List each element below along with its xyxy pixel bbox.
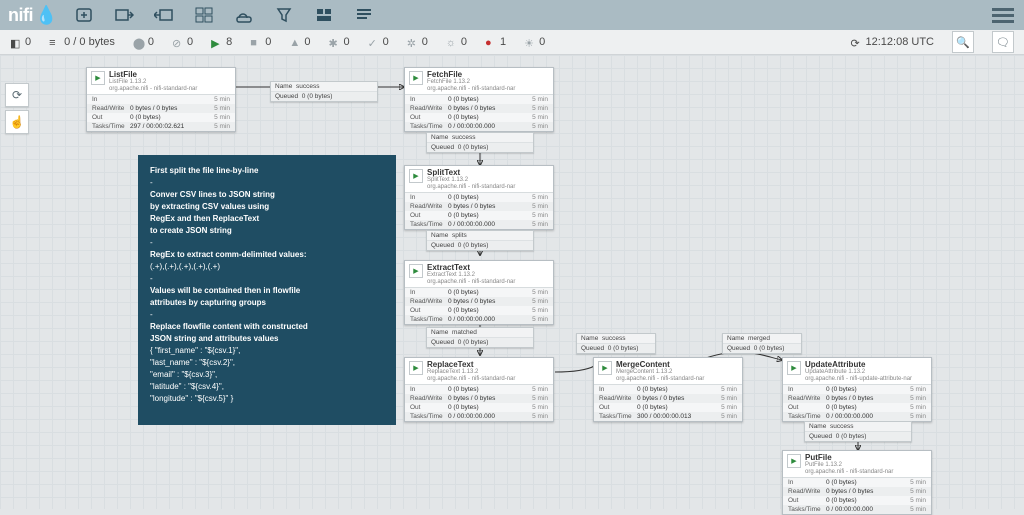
invalid-count: ⊘0 bbox=[172, 36, 193, 48]
run-status-icon: ▶ bbox=[791, 364, 796, 372]
run-status-icon: ▶ bbox=[791, 457, 796, 465]
processor-fetchfile[interactable]: ▶ FetchFileFetchFile 1.13.2org.apache.ni… bbox=[404, 67, 554, 132]
connection-success-1[interactable]: Name success Queued 0 (0 bytes) bbox=[270, 81, 378, 102]
run-status-icon: ▶ bbox=[413, 74, 418, 82]
refresh-count: ✲0 bbox=[407, 36, 428, 48]
nifi-logo: nifi💧 bbox=[8, 5, 57, 26]
connection-matched[interactable]: Name matched Queued 0 (0 bytes) bbox=[426, 327, 534, 348]
add-input-port-icon[interactable] bbox=[111, 3, 137, 27]
error-count: ●1 bbox=[485, 36, 506, 48]
processor-extracttext[interactable]: ▶ ExtractTextExtractText 1.13.2org.apach… bbox=[404, 260, 554, 325]
processor-replacetext[interactable]: ▶ ReplaceTextReplaceText 1.13.2org.apach… bbox=[404, 357, 554, 422]
bulletin-button[interactable]: 🗨 bbox=[992, 31, 1014, 53]
active-threads: ◧0 bbox=[10, 36, 31, 48]
toggle-birdseye-button[interactable]: ⟳ bbox=[5, 83, 29, 107]
connection-success-2[interactable]: Name success Queued 0 (0 bytes) bbox=[426, 132, 534, 153]
add-processor-icon[interactable] bbox=[71, 3, 97, 27]
running-count: ▶8 bbox=[211, 36, 232, 48]
queued-count: ≡0 / 0 bytes bbox=[49, 36, 115, 48]
connection-success-4[interactable]: Name success Queued 0 (0 bytes) bbox=[804, 421, 912, 442]
add-process-group-icon[interactable] bbox=[191, 3, 217, 27]
add-label-icon[interactable] bbox=[351, 3, 377, 27]
add-funnel-icon[interactable] bbox=[271, 3, 297, 27]
connection-success-3[interactable]: Name success Queued 0 (0 bytes) bbox=[576, 333, 656, 354]
processor-listfile[interactable]: ▶ ListFileListFile 1.13.2org.apache.nifi… bbox=[86, 67, 236, 132]
transmitting-count: ■0 bbox=[250, 36, 271, 48]
search-button[interactable]: 🔍 bbox=[952, 31, 974, 53]
run-status-icon: ▶ bbox=[413, 364, 418, 372]
run-status-icon: ▶ bbox=[602, 364, 607, 372]
run-status-icon: ▶ bbox=[413, 172, 418, 180]
last-refresh: ⟳12:12:08 UTC bbox=[851, 36, 934, 48]
stopped-count: ⬤0 bbox=[133, 36, 154, 48]
brand-bar: nifi💧 bbox=[0, 0, 1024, 30]
connection-merged[interactable]: Name merged Queued 0 (0 bytes) bbox=[722, 333, 802, 354]
processor-mergecontent[interactable]: ▶ MergeContentMergeContent 1.13.2org.apa… bbox=[593, 357, 743, 422]
run-status-icon: ▶ bbox=[413, 267, 418, 275]
flow-canvas[interactable]: ⟳ ☝ First split the file line-by-line- C… bbox=[0, 55, 1024, 509]
add-remote-group-icon[interactable] bbox=[231, 3, 257, 27]
connection-splits[interactable]: Name splits Queued 0 (0 bytes) bbox=[426, 230, 534, 251]
global-menu-button[interactable] bbox=[990, 3, 1016, 27]
up-count: ✱0 bbox=[329, 36, 350, 48]
add-output-port-icon[interactable] bbox=[151, 3, 177, 27]
status-bar: ◧0 ≡0 / 0 bytes ⬤0 ⊘0 ▶8 ■0 ▲0 ✱0 ✓0 ✲0 … bbox=[0, 30, 1024, 55]
run-status-icon: ▶ bbox=[95, 74, 100, 82]
navigate-palette: ⟳ ☝ bbox=[5, 83, 29, 134]
processor-putfile[interactable]: ▶ PutFilePutFile 1.13.2org.apache.nifi -… bbox=[782, 450, 932, 515]
info-count: ☀0 bbox=[524, 36, 545, 48]
warn-count: ▲0 bbox=[289, 36, 310, 48]
processor-splittext[interactable]: ▶ SplitTextSplitText 1.13.2org.apache.ni… bbox=[404, 165, 554, 230]
sync-count: ✓0 bbox=[368, 36, 389, 48]
processor-updateattribute[interactable]: ▶ UpdateAttributeUpdateAttribute 1.13.2o… bbox=[782, 357, 932, 422]
label-note[interactable]: First split the file line-by-line- Conve… bbox=[138, 155, 396, 425]
operate-palette-button[interactable]: ☝ bbox=[5, 110, 29, 134]
add-template-icon[interactable] bbox=[311, 3, 337, 27]
remote-count: ☼0 bbox=[446, 36, 467, 48]
